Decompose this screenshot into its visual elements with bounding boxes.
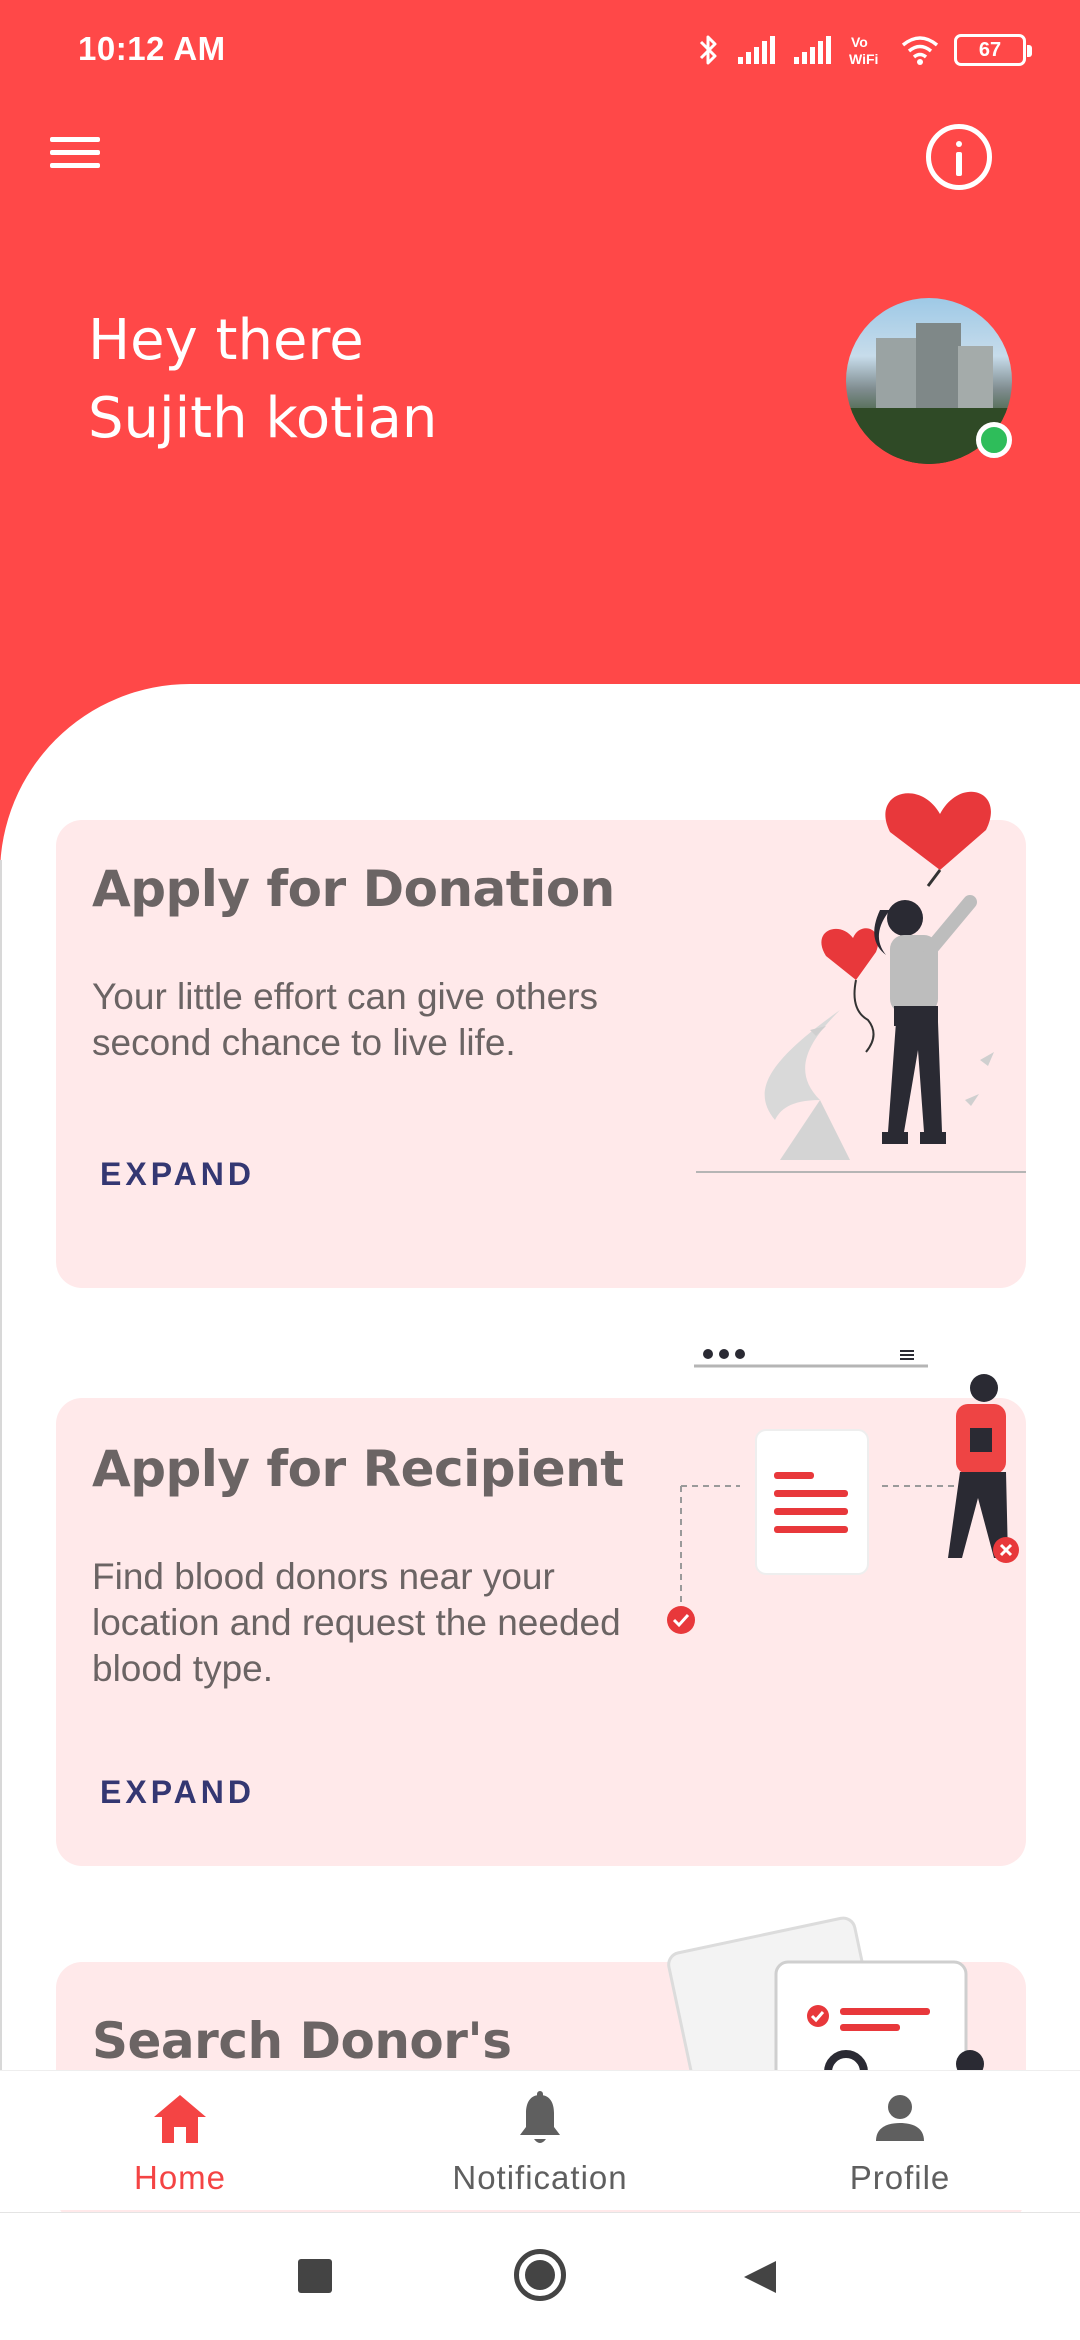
card-description: Find blood donors near your location and…	[92, 1556, 621, 1689]
greeting-line-1: Hey there	[88, 308, 364, 373]
expand-button[interactable]: EXPAND	[100, 1774, 255, 1811]
woman-with-heart-balloons-illustration	[696, 791, 1026, 1173]
wifi-icon	[901, 36, 939, 65]
card-title: Search Donor's	[92, 2012, 512, 2070]
svg-text:Vo: Vo	[851, 34, 868, 50]
svg-text:WiFi: WiFi	[849, 51, 878, 67]
vowifi-icon: Vo WiFi	[849, 34, 878, 67]
nav-profile-label: Profile	[849, 2159, 951, 2196]
nav-home[interactable]: Home	[50, 2071, 310, 2211]
divider	[0, 860, 2, 2080]
info-button[interactable]	[926, 124, 992, 190]
nav-home-label: Home	[133, 2159, 227, 2196]
info-icon	[956, 141, 962, 147]
bottom-navigation: Home Notification Profile	[0, 2070, 1080, 2210]
home-circle-icon[interactable]	[514, 2249, 566, 2301]
bluetooth-icon	[699, 35, 717, 65]
signal-icon	[738, 36, 775, 64]
card-description: Your little effort can give others secon…	[92, 976, 598, 1063]
signal-icon	[794, 36, 831, 64]
menu-button[interactable]	[46, 128, 108, 176]
person-icon	[876, 2095, 924, 2141]
hamburger-menu-icon	[50, 137, 100, 142]
nav-notification-label: Notification	[452, 2159, 628, 2196]
browser-bar-illustration	[694, 1349, 928, 1368]
battery-level: 67	[978, 38, 1002, 61]
recents-square-icon[interactable]	[298, 2259, 332, 2293]
nav-notification[interactable]: Notification	[410, 2071, 670, 2211]
system-navigation-bar	[0, 2212, 1080, 2340]
status-time: 10:12 AM	[78, 30, 226, 67]
home-icon	[154, 2095, 206, 2143]
card-title: Apply for Donation	[92, 860, 615, 918]
user-name: Sujith kotian	[88, 386, 438, 451]
bell-icon	[520, 2091, 560, 2143]
battery-icon: 67	[954, 34, 1032, 66]
request-document-illustration	[667, 1374, 1019, 1634]
status-icons: Vo WiFi 67	[696, 28, 1032, 72]
card-title: Apply for Recipient	[92, 1440, 624, 1498]
online-status-indicator	[976, 422, 1012, 458]
nav-profile[interactable]: Profile	[770, 2071, 1030, 2211]
status-bar: 10:12 AM Vo WiFi 67	[0, 0, 1080, 96]
back-triangle-icon[interactable]	[740, 2257, 780, 2297]
greeting: Hey there Sujith kotian	[88, 302, 437, 458]
expand-button[interactable]: EXPAND	[100, 1156, 255, 1193]
search-documents-illustration	[667, 1916, 984, 2074]
